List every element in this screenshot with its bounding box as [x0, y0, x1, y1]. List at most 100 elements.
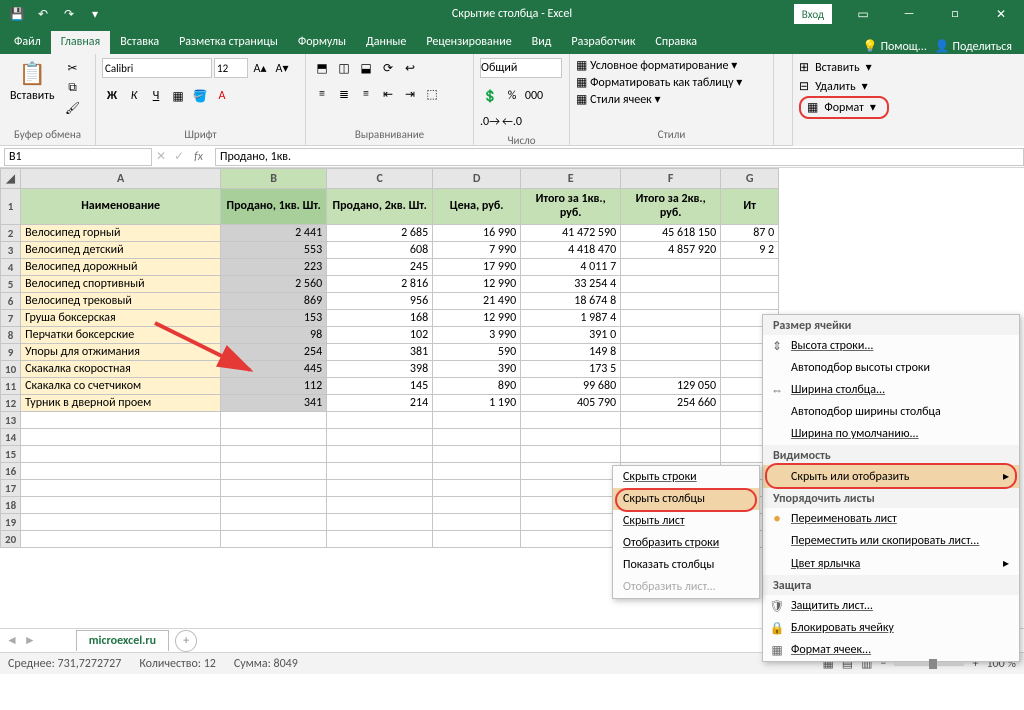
cell[interactable]: 2 560 — [221, 276, 327, 293]
cell[interactable]: Скакалка со счетчиком — [21, 378, 221, 395]
copy-icon[interactable]: ⧉ — [63, 78, 83, 98]
decrease-decimal-icon[interactable]: ←.0 — [502, 112, 522, 132]
cell[interactable] — [21, 531, 221, 548]
row-header[interactable]: 14 — [1, 429, 21, 446]
qat-dropdown-icon[interactable]: ▾ — [84, 3, 106, 25]
cell[interactable]: 45 618 150 — [621, 225, 721, 242]
cell[interactable]: 214 — [327, 395, 433, 412]
cell[interactable]: 869 — [221, 293, 327, 310]
cell[interactable]: Упоры для отжимания — [21, 344, 221, 361]
conditional-formatting-button[interactable]: ▦ Условное форматирование ▾ — [576, 58, 737, 73]
row-header[interactable]: 10 — [1, 361, 21, 378]
col-header-C[interactable]: C — [327, 169, 433, 189]
submenu-hide-rows[interactable]: Скрыть строки — [613, 466, 759, 488]
wrap-text-icon[interactable]: ↩ — [400, 58, 420, 78]
cell[interactable] — [433, 446, 521, 463]
menu-rename-sheet[interactable]: ●Переименовать лист — [763, 508, 1019, 530]
header-cell[interactable]: Ит — [721, 189, 779, 225]
menu-hide-unhide[interactable]: Скрыть или отобразить▸ — [763, 465, 1019, 488]
number-format-input[interactable] — [480, 58, 562, 78]
row-header[interactable]: 3 — [1, 242, 21, 259]
cell[interactable]: 153 — [221, 310, 327, 327]
header-cell[interactable]: Итого за 2кв., руб. — [621, 189, 721, 225]
cell[interactable]: 9 2 — [721, 242, 779, 259]
cell[interactable] — [521, 514, 621, 531]
name-box[interactable] — [4, 148, 152, 166]
comma-icon[interactable]: 000 — [524, 86, 544, 106]
cell[interactable]: 2 685 — [327, 225, 433, 242]
align-middle-icon[interactable]: ◫ — [334, 58, 354, 78]
cell[interactable]: 254 660 — [621, 395, 721, 412]
share-button[interactable]: 👤 Поделиться — [935, 39, 1012, 54]
prev-sheet-icon[interactable]: ◄ — [0, 633, 24, 648]
cell[interactable] — [21, 429, 221, 446]
submenu-show-cols[interactable]: Показать столбцы — [613, 554, 759, 576]
cell[interactable] — [327, 480, 433, 497]
cell[interactable]: 87 0 — [721, 225, 779, 242]
cell[interactable] — [21, 412, 221, 429]
menu-format-cells[interactable]: ▦Формат ячеек... — [763, 639, 1019, 661]
format-painter-icon[interactable]: 🖌 — [63, 98, 83, 118]
cell[interactable]: 145 — [327, 378, 433, 395]
submenu-show-sheet[interactable]: Отобразить лист... — [613, 576, 759, 598]
tab-review[interactable]: Рецензирование — [416, 31, 521, 54]
increase-font-icon[interactable]: A▴ — [250, 58, 270, 78]
cell[interactable] — [621, 259, 721, 276]
tab-home[interactable]: Главная — [51, 31, 110, 54]
cell[interactable]: 341 — [221, 395, 327, 412]
cell[interactable] — [433, 531, 521, 548]
cell[interactable]: 2 441 — [221, 225, 327, 242]
cell[interactable]: 381 — [327, 344, 433, 361]
cell[interactable] — [621, 429, 721, 446]
cell[interactable] — [621, 276, 721, 293]
cell[interactable] — [721, 276, 779, 293]
menu-autofit-row[interactable]: Автоподбор высоты строки — [763, 357, 1019, 379]
cell[interactable] — [433, 463, 521, 480]
cell[interactable]: 168 — [327, 310, 433, 327]
underline-button[interactable]: Ч — [146, 86, 166, 106]
align-center-icon[interactable]: ≣ — [334, 84, 354, 104]
increase-decimal-icon[interactable]: .0→ — [480, 112, 500, 132]
cell[interactable]: 245 — [327, 259, 433, 276]
cell[interactable] — [521, 480, 621, 497]
row-header[interactable]: 6 — [1, 293, 21, 310]
menu-tab-color[interactable]: Цвет ярлычка▸ — [763, 552, 1019, 575]
cell[interactable]: Перчатки боксерские — [21, 327, 221, 344]
cell[interactable]: Велосипед горный — [21, 225, 221, 242]
cell[interactable] — [621, 310, 721, 327]
format-as-table-button[interactable]: ▦ Форматировать как таблицу ▾ — [576, 75, 742, 90]
cell[interactable] — [21, 497, 221, 514]
cell[interactable]: 112 — [221, 378, 327, 395]
cell[interactable] — [521, 531, 621, 548]
cell[interactable]: 173 5 — [521, 361, 621, 378]
cell[interactable] — [221, 446, 327, 463]
font-color-button[interactable]: A — [212, 86, 232, 106]
cell[interactable]: 398 — [327, 361, 433, 378]
currency-icon[interactable]: 💲 — [480, 86, 500, 106]
format-cells-button[interactable]: ▦ Формат ▾ — [799, 96, 889, 119]
cell[interactable]: 33 254 4 — [521, 276, 621, 293]
cell[interactable]: Велосипед спортивный — [21, 276, 221, 293]
cell[interactable] — [521, 429, 621, 446]
cell[interactable]: Велосипед трековый — [21, 293, 221, 310]
cell[interactable]: 4 418 470 — [521, 242, 621, 259]
next-sheet-icon[interactable]: ► — [24, 633, 36, 648]
cell[interactable]: 129 050 — [621, 378, 721, 395]
cell[interactable] — [221, 480, 327, 497]
cell[interactable] — [221, 429, 327, 446]
bold-button[interactable]: Ж — [102, 86, 122, 106]
cut-icon[interactable]: ✂ — [63, 58, 83, 78]
col-header-G[interactable]: G — [721, 169, 779, 189]
cell[interactable]: 1 987 4 — [521, 310, 621, 327]
worksheet-area[interactable]: ◢ A B C D E F G 1 Наименование Продано, … — [0, 168, 1024, 628]
cell[interactable] — [621, 446, 721, 463]
cell[interactable]: 149 8 — [521, 344, 621, 361]
row-header[interactable]: 4 — [1, 259, 21, 276]
cell[interactable]: 12 990 — [433, 310, 521, 327]
enter-icon[interactable]: ✓ — [170, 149, 188, 164]
cell[interactable] — [327, 446, 433, 463]
cell[interactable]: 102 — [327, 327, 433, 344]
cell[interactable]: 2 816 — [327, 276, 433, 293]
tell-me[interactable]: 💡 Помощ... — [863, 39, 927, 54]
cell[interactable] — [721, 293, 779, 310]
